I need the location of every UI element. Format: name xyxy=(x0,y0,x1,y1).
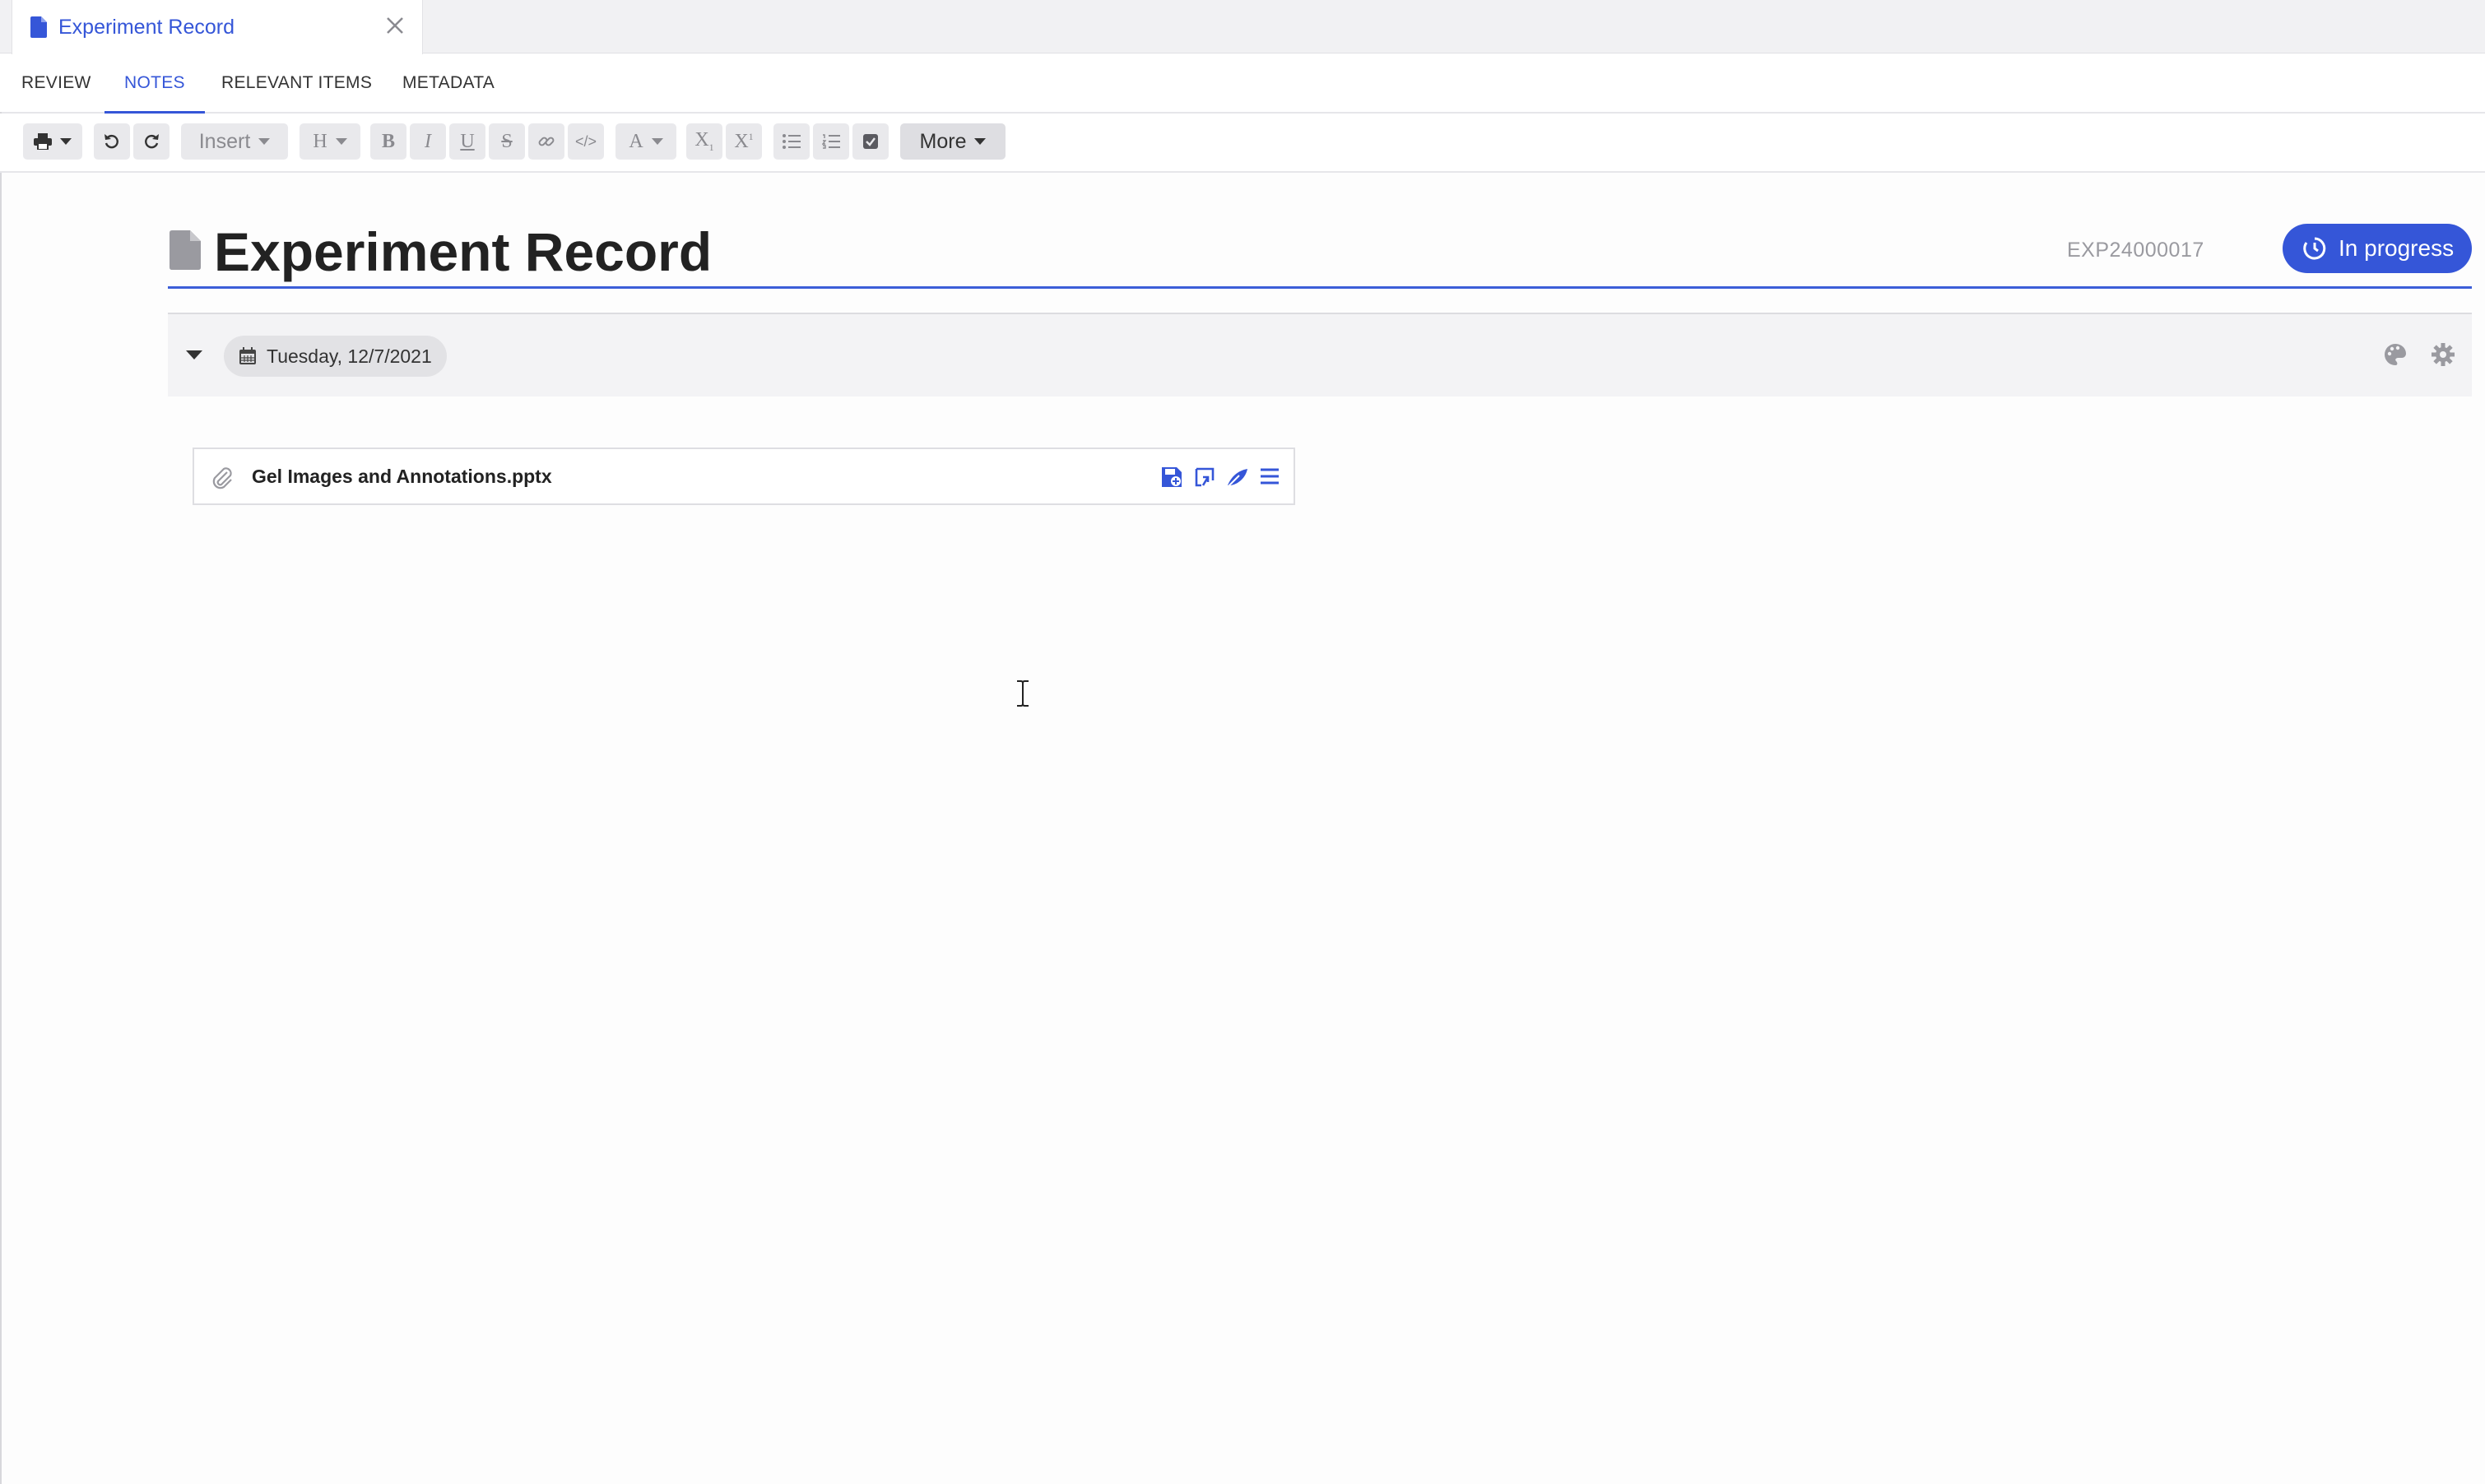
tab-relevant-items[interactable]: RELEVANT ITEMS xyxy=(221,54,372,112)
more-dropdown[interactable]: More xyxy=(900,123,1006,160)
status-label: In progress xyxy=(2339,235,2455,261)
code-button[interactable]: </> xyxy=(568,123,604,160)
open-external-icon[interactable] xyxy=(1193,466,1216,489)
heading-dropdown[interactable]: H xyxy=(300,123,360,160)
experiment-id: EXP24000017 xyxy=(2067,239,2204,262)
redo-icon xyxy=(145,134,159,149)
menu-icon[interactable] xyxy=(1259,466,1280,487)
progress-icon xyxy=(2303,237,2326,260)
insert-dropdown[interactable]: Insert xyxy=(181,123,288,160)
checkbox-icon xyxy=(863,134,878,149)
print-button[interactable] xyxy=(23,123,82,160)
close-icon[interactable] xyxy=(383,13,407,38)
font-color-label: A xyxy=(629,130,643,152)
subscript-button[interactable]: X1 xyxy=(686,123,722,160)
subscript-icon: X1 xyxy=(694,129,714,153)
entry-header: Tuesday, 12/7/2021 xyxy=(168,313,2472,397)
file-icon xyxy=(170,230,201,270)
section-tabs: REVIEW NOTES RELEVANT ITEMS METADATA xyxy=(0,54,2485,114)
superscript-icon: X1 xyxy=(734,130,754,152)
document-tab-title: Experiment Record xyxy=(58,15,235,39)
save-icon[interactable] xyxy=(1160,466,1183,489)
more-label: More xyxy=(919,129,967,153)
calendar-icon xyxy=(239,347,256,364)
tab-review[interactable]: REVIEW xyxy=(21,54,91,112)
italic-button[interactable]: I xyxy=(410,123,446,160)
tab-metadata[interactable]: METADATA xyxy=(402,54,495,112)
chevron-down-icon xyxy=(335,138,347,145)
gear-icon[interactable] xyxy=(2431,342,2455,367)
chevron-down-icon xyxy=(651,138,663,145)
annotate-icon[interactable] xyxy=(1226,466,1249,489)
font-color-dropdown[interactable]: A xyxy=(615,123,676,160)
bold-icon: B xyxy=(381,130,395,152)
insert-label: Insert xyxy=(198,129,251,153)
editor-toolbar: Insert H B I U S </> A X1 X1 More xyxy=(0,114,2485,173)
italic-icon: I xyxy=(425,130,431,152)
entry-date[interactable]: Tuesday, 12/7/2021 xyxy=(224,336,447,377)
status-button[interactable]: In progress xyxy=(2283,224,2472,273)
heading-label: H xyxy=(313,130,327,152)
attachment-item[interactable]: Gel Images and Annotations.pptx xyxy=(193,448,1295,505)
text-cursor-icon xyxy=(1017,680,1029,707)
bullet-list-icon xyxy=(783,134,801,149)
checklist-button[interactable] xyxy=(852,123,889,160)
document-tab[interactable]: Experiment Record xyxy=(12,0,423,54)
underline-icon: U xyxy=(460,130,475,152)
code-icon: </> xyxy=(574,132,597,150)
bullet-list-button[interactable] xyxy=(773,123,810,160)
left-border xyxy=(0,112,2,1484)
chevron-down-icon xyxy=(60,138,72,145)
bold-button[interactable]: B xyxy=(370,123,406,160)
paperclip-icon xyxy=(212,467,232,489)
undo-button[interactable] xyxy=(94,123,130,160)
palette-icon[interactable] xyxy=(2383,342,2408,367)
redo-button[interactable] xyxy=(133,123,170,160)
strikethrough-icon: S xyxy=(501,130,513,152)
numbered-list-icon xyxy=(822,134,840,149)
numbered-list-button[interactable] xyxy=(813,123,849,160)
attachment-filename[interactable]: Gel Images and Annotations.pptx xyxy=(252,466,552,488)
window-tab-bar: Experiment Record xyxy=(0,0,2485,54)
tab-notes[interactable]: NOTES xyxy=(105,54,205,114)
collapse-chevron-icon[interactable] xyxy=(186,350,202,359)
strikethrough-button[interactable]: S xyxy=(489,123,525,160)
link-icon xyxy=(538,137,555,146)
file-icon xyxy=(30,16,47,38)
document-header: Experiment Record EXP24000017 In progres… xyxy=(168,211,2472,289)
chevron-down-icon xyxy=(258,138,271,145)
page-title[interactable]: Experiment Record xyxy=(214,220,712,283)
entry-date-label: Tuesday, 12/7/2021 xyxy=(267,345,432,367)
superscript-button[interactable]: X1 xyxy=(726,123,762,160)
chevron-down-icon xyxy=(974,138,987,145)
link-button[interactable] xyxy=(528,123,564,160)
print-icon xyxy=(34,133,52,150)
underline-button[interactable]: U xyxy=(449,123,485,160)
undo-icon xyxy=(105,134,118,149)
